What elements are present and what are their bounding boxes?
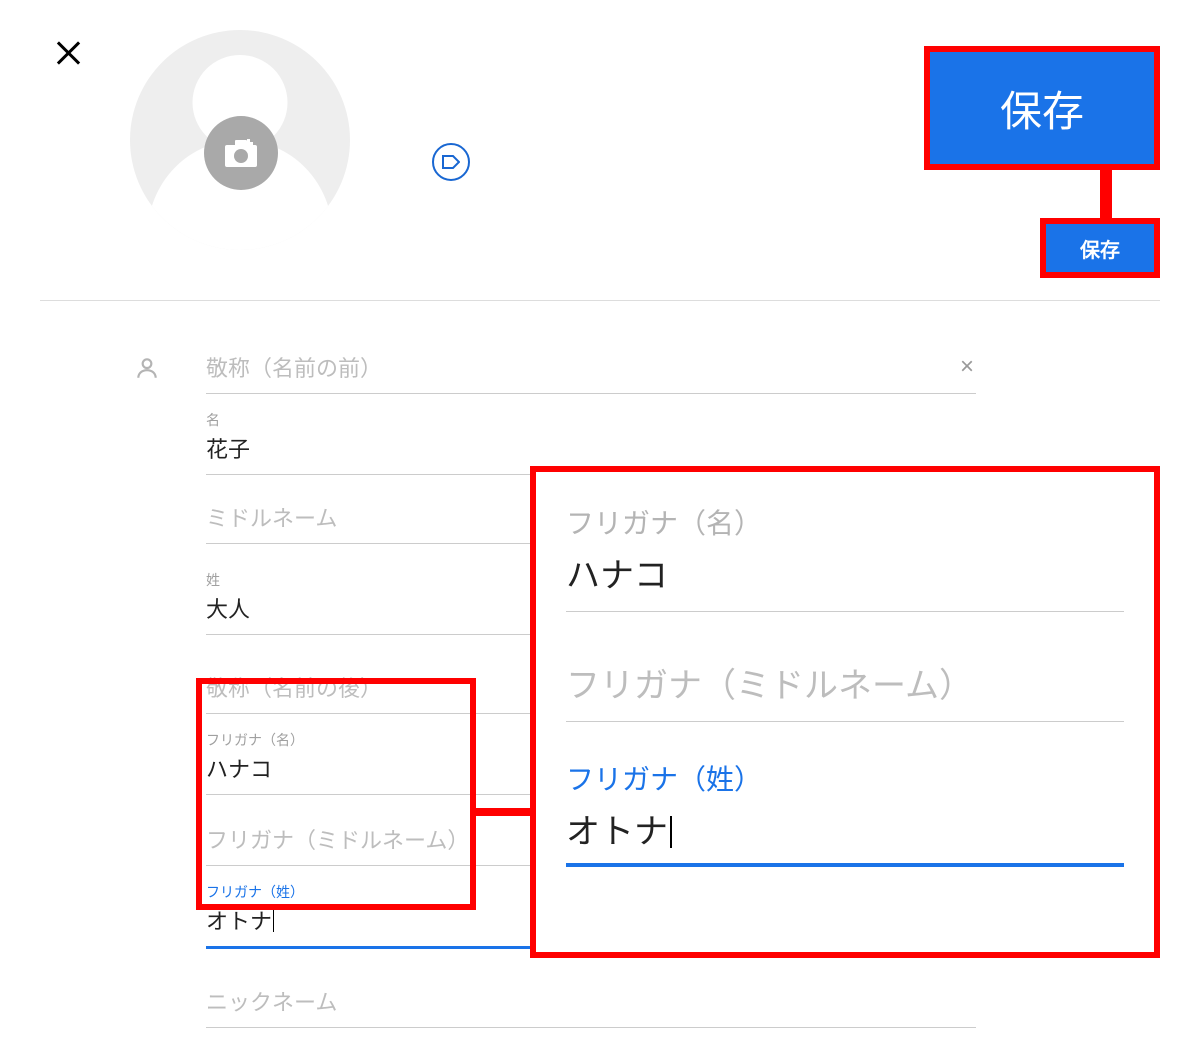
mag-phonetic-given-value: ハナコ xyxy=(566,557,668,595)
mag-phonetic-family-value: オトナ xyxy=(566,813,668,851)
mag-phonetic-middle: フリガナ（ミドルネーム） xyxy=(566,652,1124,722)
annotation-save-highlight: 保存 xyxy=(924,46,1160,170)
save-button[interactable]: 保存 xyxy=(930,52,1154,164)
mag-phonetic-given-label: フリガナ（名） xyxy=(566,502,1124,542)
annotation-connector xyxy=(1100,170,1112,218)
mag-text-caret xyxy=(670,816,672,848)
annotation-magnified-panel: フリガナ（名） ハナコ フリガナ（ミドルネーム） フリガナ（姓） オトナ xyxy=(530,466,1160,958)
phonetic-family-value: オトナ xyxy=(206,909,272,934)
annotation-magnify-connector xyxy=(474,808,532,816)
label-tag-button[interactable] xyxy=(432,143,470,181)
person-icon xyxy=(134,355,160,386)
tag-icon xyxy=(442,155,460,169)
close-button[interactable] xyxy=(55,40,81,66)
header-divider xyxy=(40,300,1160,301)
mag-phonetic-family-label: フリガナ（姓） xyxy=(566,758,1124,798)
suffix-placeholder: 敬称（名前の後） xyxy=(206,676,382,701)
prefix-placeholder: 敬称（名前の前） xyxy=(206,356,382,381)
family-name-value: 大人 xyxy=(206,597,250,622)
phonetic-middle-placeholder: フリガナ（ミドルネーム） xyxy=(206,828,469,853)
middle-name-placeholder: ミドルネーム xyxy=(206,506,337,531)
clear-icon[interactable]: × xyxy=(960,353,974,381)
nickname-field[interactable]: ニックネーム xyxy=(206,979,976,1028)
nickname-placeholder: ニックネーム xyxy=(206,990,337,1015)
mag-phonetic-given: フリガナ（名） ハナコ xyxy=(566,496,1124,612)
given-name-field[interactable]: 名 花子 xyxy=(206,404,976,475)
camera-icon xyxy=(223,137,259,169)
save-button-original[interactable]: 保存 xyxy=(1046,224,1154,272)
text-caret xyxy=(273,910,274,932)
prefix-field[interactable]: 敬称（名前の前） × xyxy=(206,345,976,394)
mag-phonetic-family: フリガナ（姓） オトナ xyxy=(566,752,1124,867)
given-name-value: 花子 xyxy=(206,437,250,462)
annotation-save-small-highlight: 保存 xyxy=(1040,218,1160,278)
given-name-label: 名 xyxy=(206,410,976,430)
camera-add-button[interactable] xyxy=(204,116,278,190)
phonetic-given-value: ハナコ xyxy=(206,757,272,782)
